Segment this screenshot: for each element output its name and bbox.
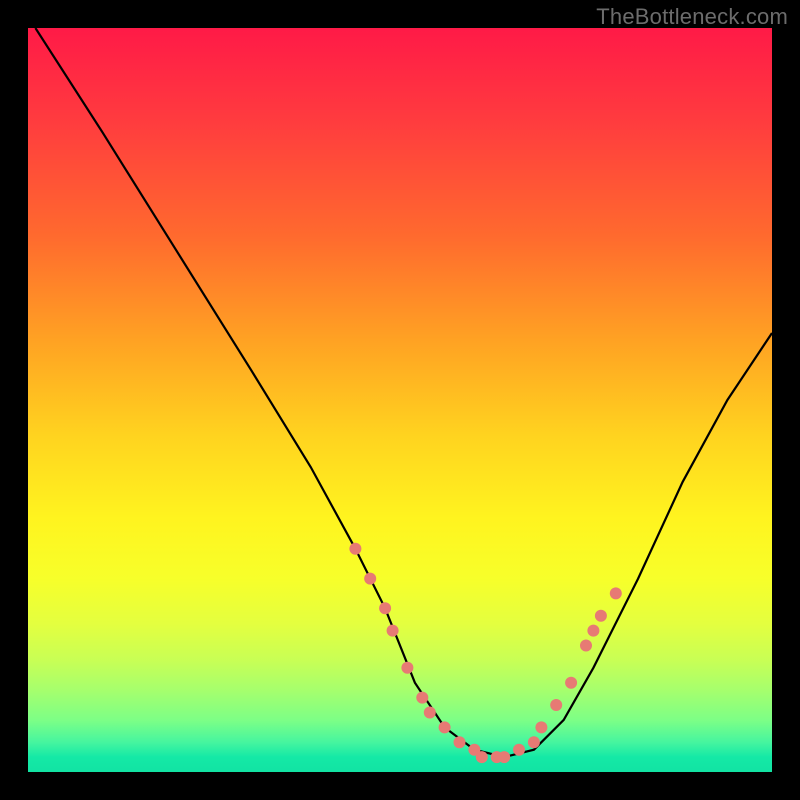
watermark-text: TheBottleneck.com [596,4,788,30]
highlight-dot [379,602,391,614]
highlight-dot [454,736,466,748]
highlight-dot [595,610,607,622]
highlight-dot [535,721,547,733]
highlight-dot [476,751,488,763]
highlight-dot [387,625,399,637]
highlight-dot [587,625,599,637]
highlight-dot [439,721,451,733]
highlight-dot [424,707,436,719]
highlight-dot [580,640,592,652]
highlight-dot [401,662,413,674]
bottleneck-curve [35,28,772,757]
highlight-dots [349,543,621,763]
highlight-dot [364,573,376,585]
highlight-dot [610,587,622,599]
curve-layer [28,28,772,772]
highlight-dot [513,744,525,756]
highlight-dot [528,736,540,748]
plot-area [28,28,772,772]
highlight-dot [349,543,361,555]
chart-frame: TheBottleneck.com [0,0,800,800]
highlight-dot [565,677,577,689]
highlight-dot [550,699,562,711]
highlight-dot [416,692,428,704]
highlight-dot [498,751,510,763]
